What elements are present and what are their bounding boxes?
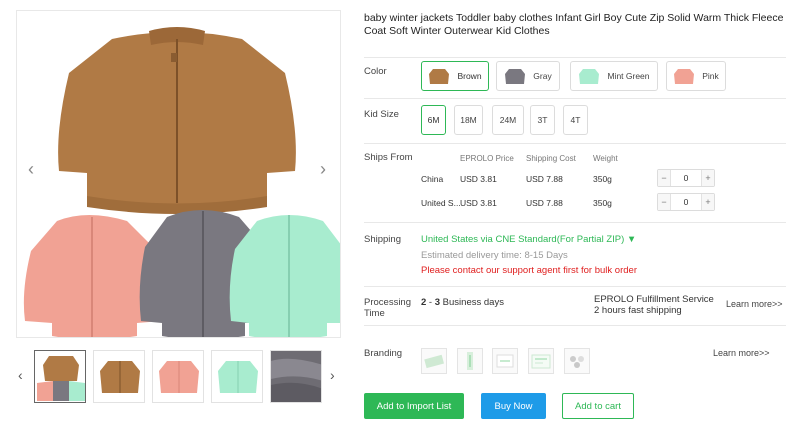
size-option-3t[interactable]: 3T: [530, 105, 555, 135]
minus-icon[interactable]: −: [658, 194, 671, 210]
quantity-stepper-china: − 0 +: [657, 169, 715, 187]
quantity-stepper-united-states: − 0 +: [657, 193, 715, 211]
divider: [364, 222, 786, 223]
divider: [364, 286, 786, 287]
header-shipping-cost: Shipping Cost: [526, 154, 576, 163]
kid-size-label: Kid Size: [364, 109, 399, 120]
price-china: USD 3.81: [460, 174, 497, 184]
color-option-gray[interactable]: Gray: [496, 61, 560, 91]
gray-swatch-icon: [505, 69, 526, 84]
weight-china: 350g: [593, 174, 612, 184]
divider: [364, 57, 786, 58]
size-option-18m[interactable]: 18M: [454, 105, 483, 135]
color-option-label: Brown: [457, 71, 482, 81]
product-title: baby winter jackets Toddler baby clothes…: [364, 12, 784, 37]
thumbnail-gray-detail[interactable]: [270, 350, 322, 403]
size-option-4t[interactable]: 4T: [563, 105, 588, 135]
color-option-label: Gray: [533, 71, 552, 81]
minus-icon[interactable]: −: [658, 170, 671, 186]
color-option-pink[interactable]: Pink: [666, 61, 726, 91]
product-photo: [17, 11, 340, 337]
branding-package-icon[interactable]: [528, 348, 554, 374]
price-united-states: USD 3.81: [460, 198, 497, 208]
add-to-cart-button[interactable]: Add to cart: [562, 393, 634, 419]
plus-icon[interactable]: +: [701, 170, 714, 186]
shipping-united-states: USD 7.88: [526, 198, 563, 208]
divider: [364, 325, 786, 326]
brown-swatch-icon: [429, 69, 450, 84]
thumbnail-image: [271, 351, 321, 402]
processing-days-sep: -: [426, 297, 435, 308]
buy-now-button[interactable]: Buy Now: [481, 393, 546, 419]
processing-days: 2 - 3 Business days: [421, 297, 504, 308]
shipping-method-select[interactable]: United States via CNE Standard(For Parti…: [421, 234, 636, 245]
processing-days-unit: Business days: [440, 297, 504, 308]
branding-sticker-icon[interactable]: [421, 348, 447, 374]
processing-label-line1: Processing: [364, 297, 411, 308]
shipping-china: USD 7.88: [526, 174, 563, 184]
add-to-import-list-button[interactable]: Add to Import List: [364, 393, 464, 419]
estimated-delivery-text: Estimated delivery time: 8-15 Days: [421, 250, 568, 261]
color-option-label: Mint Green: [607, 71, 650, 81]
color-option-brown[interactable]: Brown: [421, 61, 489, 91]
branding-learn-more-link[interactable]: Learn more>>: [713, 348, 770, 358]
thumbnail-image: [35, 351, 85, 402]
divider: [364, 98, 786, 99]
origin-china: China: [421, 174, 444, 184]
weight-united-states: 350g: [593, 198, 612, 208]
thumbnail-mint[interactable]: [211, 350, 263, 403]
shipping-label: Shipping: [364, 234, 401, 245]
mint-swatch-icon: [579, 69, 600, 84]
fulfillment-service-info: EPROLO Fulfillment Service 2 hours fast …: [594, 294, 714, 316]
color-option-mint-green[interactable]: Mint Green: [570, 61, 658, 91]
fulfillment-service-title: EPROLO Fulfillment Service: [594, 294, 714, 305]
thumbnail-strip: [16, 350, 341, 404]
header-eprolo-price: EPROLO Price: [460, 154, 514, 163]
plus-icon[interactable]: +: [701, 194, 714, 210]
divider: [364, 143, 786, 144]
brown-jacket-figure: [58, 27, 296, 214]
gallery-prev-arrow-icon[interactable]: ‹: [28, 160, 34, 178]
header-weight: Weight: [593, 154, 618, 163]
branding-tag-icon[interactable]: [457, 348, 483, 374]
thumbnail-pink[interactable]: [152, 350, 204, 403]
branding-label: Branding: [364, 348, 403, 359]
thumbnail-brown[interactable]: [93, 350, 145, 403]
processing-time-label: Processing Time: [364, 297, 411, 319]
thumbnail-image: [212, 351, 262, 402]
processing-label-line2: Time: [364, 308, 385, 319]
origin-united-states: United S...: [421, 198, 461, 208]
thumbnail-all-colors[interactable]: [34, 350, 86, 403]
size-option-24m[interactable]: 24M: [492, 105, 524, 135]
main-product-image[interactable]: [16, 10, 341, 338]
pink-swatch-icon: [674, 69, 695, 84]
fulfillment-learn-more-link[interactable]: Learn more>>: [726, 299, 783, 309]
bulk-order-notice: Please contact our support agent first f…: [421, 265, 637, 276]
thumbnail-image: [153, 351, 203, 402]
gallery-next-arrow-icon[interactable]: ›: [320, 160, 326, 178]
thumbnail-image: [94, 351, 144, 402]
branding-card-icon[interactable]: [492, 348, 518, 374]
color-label: Color: [364, 66, 387, 77]
ships-from-label: Ships From: [364, 152, 413, 163]
quantity-input[interactable]: 0: [671, 170, 701, 186]
color-option-label: Pink: [702, 71, 719, 81]
size-option-6m[interactable]: 6M: [421, 105, 446, 135]
branding-label-icon[interactable]: [564, 348, 590, 374]
quantity-input[interactable]: 0: [671, 194, 701, 210]
fulfillment-service-subtitle: 2 hours fast shipping: [594, 305, 682, 316]
